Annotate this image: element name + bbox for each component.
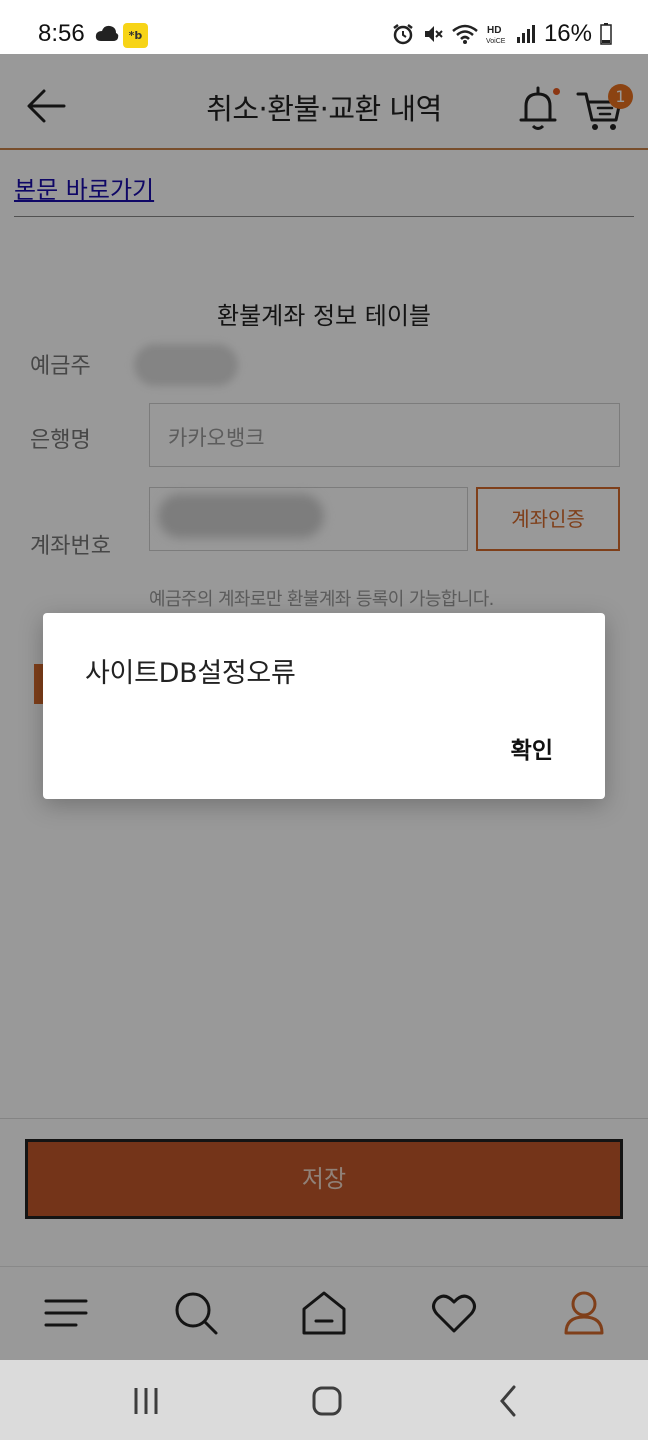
- battery-icon: [600, 23, 612, 45]
- status-bar: 8:56 *b HD VoiCE 16%: [0, 0, 648, 54]
- alarm-icon: [393, 24, 413, 45]
- mute-icon: [424, 26, 443, 42]
- status-time: 8:56: [38, 20, 85, 47]
- alert-dialog: 사이트DB설정오류 확인: [43, 613, 605, 799]
- battery-percentage: 16%: [543, 20, 592, 47]
- hd-voice-icon: HD VoiCE: [486, 25, 506, 45]
- cloud-icon: [95, 25, 119, 41]
- svg-text:VoiCE: VoiCE: [486, 38, 506, 45]
- dialog-message: 사이트DB설정오류: [85, 658, 296, 689]
- kakao-notification-icon: *b: [123, 23, 148, 48]
- signal-icon: [516, 25, 535, 43]
- wifi-icon: [452, 24, 478, 44]
- dialog-ok-button[interactable]: 확인: [511, 731, 553, 765]
- svg-text:HD: HD: [487, 25, 501, 36]
- modal-overlay-nav: [0, 1360, 648, 1440]
